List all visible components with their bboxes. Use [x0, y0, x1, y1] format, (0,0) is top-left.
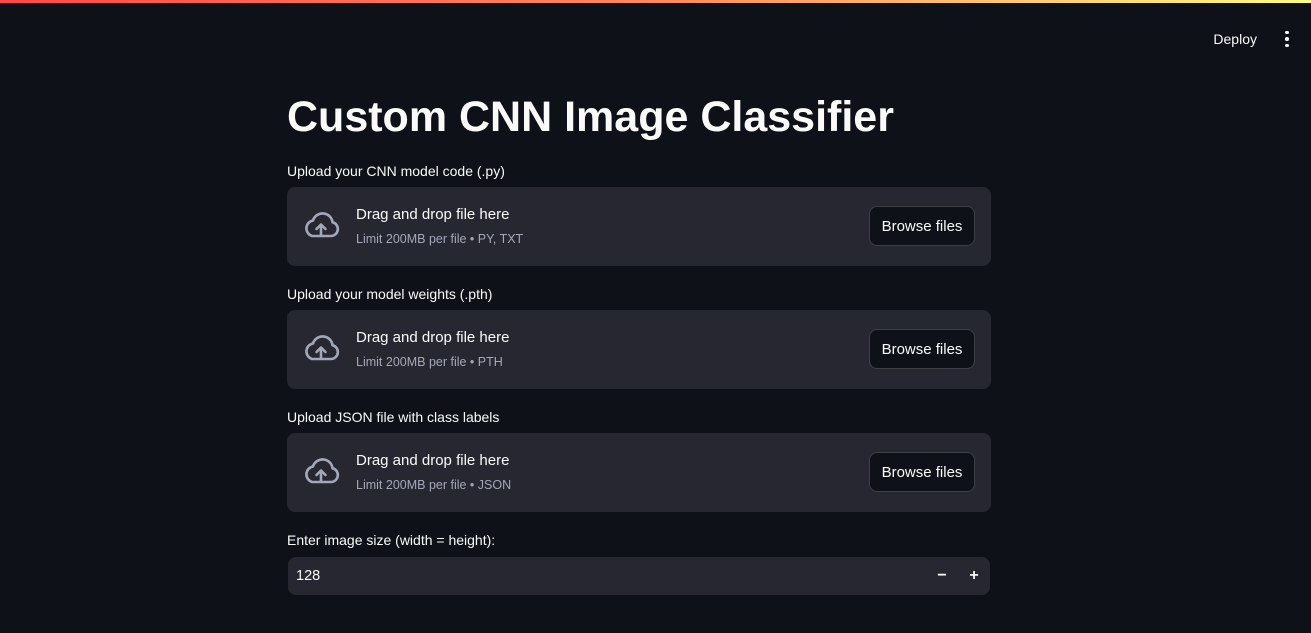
dropzone-instructions: Drag and drop file here Limit 200MB per …: [356, 328, 509, 370]
cloud-upload-icon: [305, 458, 340, 484]
browse-files-button[interactable]: Browse files: [869, 452, 975, 492]
model-code-upload-label: Upload your CNN model code (.py): [287, 163, 505, 179]
model-code-dropzone[interactable]: Drag and drop file here Limit 200MB per …: [287, 187, 991, 266]
image-size-label: Enter image size (width = height):: [287, 532, 496, 548]
page-title: Custom CNN Image Classifier: [287, 93, 894, 141]
image-size-input[interactable]: 128 − +: [288, 557, 990, 595]
dropzone-limit: Limit 200MB per file • PY, TXT: [356, 232, 524, 246]
menu-dot: [1285, 37, 1289, 41]
model-weights-dropzone[interactable]: Drag and drop file here Limit 200MB per …: [287, 310, 991, 389]
menu-dot: [1285, 30, 1289, 35]
dropzone-title: Drag and drop file here: [356, 452, 510, 469]
deploy-button[interactable]: Deploy: [1203, 25, 1267, 53]
browse-files-button[interactable]: Browse files: [869, 206, 975, 246]
dropzone-instructions: Drag and drop file here Limit 200MB per …: [356, 451, 511, 493]
class-labels-upload-label: Upload JSON file with class labels: [287, 409, 500, 425]
class-labels-dropzone[interactable]: Drag and drop file here Limit 200MB per …: [287, 433, 991, 512]
cloud-upload-icon: [305, 335, 340, 361]
top-decoration-bar: [0, 0, 1311, 3]
dropzone-limit: Limit 200MB per file • JSON: [356, 478, 512, 492]
browse-files-button[interactable]: Browse files: [869, 329, 975, 369]
dropzone-instructions: Drag and drop file here Limit 200MB per …: [356, 205, 523, 247]
menu-dot: [1285, 43, 1289, 48]
dropzone-limit: Limit 200MB per file • PTH: [356, 355, 503, 369]
decrement-button[interactable]: −: [926, 560, 958, 592]
image-size-value[interactable]: 128: [296, 567, 320, 585]
dropzone-title: Drag and drop file here: [356, 329, 510, 346]
cloud-upload-icon: [305, 212, 340, 238]
model-weights-upload-label: Upload your model weights (.pth): [287, 286, 493, 302]
more-vertical-icon[interactable]: [1273, 25, 1301, 53]
increment-button[interactable]: +: [958, 560, 990, 592]
dropzone-title: Drag and drop file here: [356, 206, 510, 223]
app-header: Deploy: [1203, 20, 1311, 58]
